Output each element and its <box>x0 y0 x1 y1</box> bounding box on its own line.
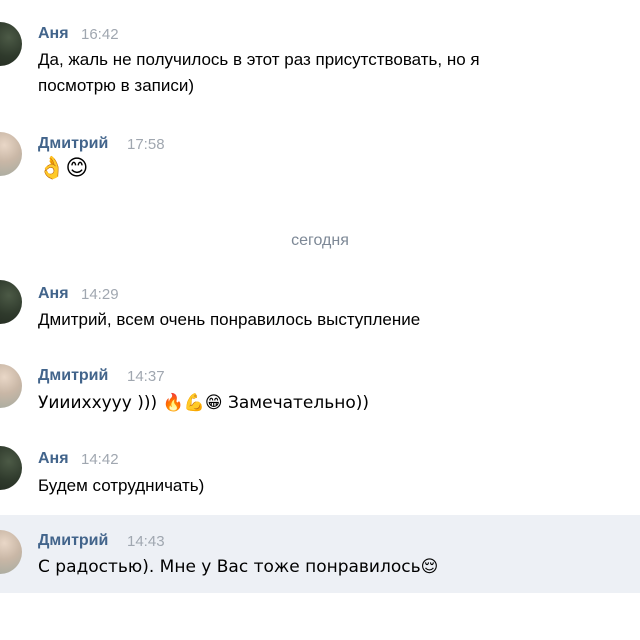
message-author[interactable]: Аня <box>38 285 69 303</box>
message-author[interactable]: Дмитрий <box>38 532 108 550</box>
avatar[interactable] <box>0 530 22 574</box>
message-text: Да, жаль не получилось в этот раз присут… <box>38 47 480 99</box>
message-text: Будем сотрудничать) <box>38 476 205 495</box>
date-separator: сегодня <box>291 232 349 249</box>
message-text: Уиииххууу ))) 🔥💪😁 Замечательно)) <box>38 393 370 413</box>
message-time: 14:43 <box>127 533 165 550</box>
chat-history: Аня 16:42 Да, жаль не получилось в этот … <box>0 0 640 640</box>
message-time: 14:37 <box>127 368 165 385</box>
message-text: Дмитрий, всем очень понравилось выступле… <box>38 310 421 329</box>
message-author[interactable]: Аня <box>38 25 69 43</box>
message-time: 14:42 <box>81 451 119 468</box>
message-item-selected[interactable]: Дмитрий 14:43 С радостью). Мне у Вас тож… <box>0 515 640 593</box>
message-item[interactable]: Аня 14:42 Будем сотрудничать) <box>0 438 640 510</box>
avatar[interactable] <box>0 280 22 324</box>
message-text: С радостью). Мне у Вас тоже понравилось😌 <box>38 557 439 577</box>
message-author[interactable]: Аня <box>38 450 69 468</box>
message-time: 16:42 <box>81 26 119 43</box>
message-text-line: Да, жаль не получилось в этот раз присут… <box>38 50 480 69</box>
avatar[interactable] <box>0 446 22 490</box>
message-item[interactable]: Аня 16:42 Да, жаль не получилось в этот … <box>0 0 640 110</box>
message-item[interactable]: Аня 14:29 Дмитрий, всем очень понравилос… <box>0 272 640 344</box>
message-item[interactable]: Дмитрий 17:58 👌😊 <box>0 120 640 200</box>
avatar[interactable] <box>0 132 22 176</box>
message-author[interactable]: Дмитрий <box>38 367 108 385</box>
message-text: 👌😊 <box>38 156 89 181</box>
avatar[interactable] <box>0 22 22 66</box>
avatar[interactable] <box>0 364 22 408</box>
message-text-line: посмотрю в записи) <box>38 76 195 95</box>
message-item[interactable]: Дмитрий 14:37 Уиииххууу ))) 🔥💪😁 Замечате… <box>0 356 640 428</box>
message-time: 14:29 <box>81 286 119 303</box>
message-time: 17:58 <box>127 136 165 153</box>
message-author[interactable]: Дмитрий <box>38 135 108 153</box>
